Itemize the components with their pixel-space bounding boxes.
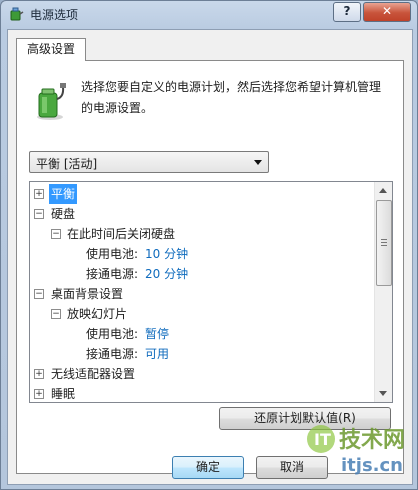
scrollbar-thumb[interactable] xyxy=(376,200,392,286)
power-plan-selected-value: 平衡 [活动] xyxy=(36,157,98,171)
power-plan-dropdown[interactable]: 平衡 [活动] xyxy=(29,151,269,173)
setting-value-link[interactable]: 10 分钟 xyxy=(145,244,188,264)
tree-item-label: 在此时间后关闭硬盘 xyxy=(67,227,176,241)
setting-label: 接通电源: xyxy=(86,347,139,361)
watermark-site: itjs.cn xyxy=(341,455,403,476)
power-settings-tree[interactable]: + 平衡 − 硬盘 − 在此时间后关闭硬盘 使用电池: 10 分钟 接通电源: xyxy=(29,181,393,403)
expand-icon[interactable]: + xyxy=(34,389,44,399)
vertical-scrollbar[interactable] xyxy=(374,182,392,402)
scroll-down-arrow-icon[interactable] xyxy=(379,391,387,396)
scroll-up-arrow-icon[interactable] xyxy=(379,188,387,193)
svg-text:IT: IT xyxy=(314,430,331,449)
collapse-icon[interactable]: − xyxy=(51,309,61,319)
tree-item-label: 硬盘 xyxy=(51,207,76,221)
watermark-brand: 技术网 xyxy=(339,428,405,453)
tree-item-label: 桌面背景设置 xyxy=(51,287,124,301)
ok-button[interactable]: 确定 xyxy=(172,456,244,479)
setting-value-link[interactable]: 可用 xyxy=(145,344,169,364)
watermark-logo: IT 技术网 itjs.cn xyxy=(307,425,405,476)
setting-label: 接通电源: xyxy=(86,267,139,281)
tree-item-label: 放映幻灯片 xyxy=(67,307,128,321)
battery-plug-icon xyxy=(37,83,66,120)
collapse-icon[interactable]: − xyxy=(34,289,44,299)
grip-line xyxy=(381,242,387,243)
help-button[interactable]: ? xyxy=(333,2,361,22)
setting-value-link[interactable]: 暂停 xyxy=(145,324,169,344)
grip-line xyxy=(381,245,387,246)
chevron-down-icon xyxy=(254,160,262,165)
setting-label: 使用电池: xyxy=(86,247,139,261)
dialog-content: 高级设置 选择您要自定义的电源计划，然后选择您希望计算机管理的电源设置。 平衡 … xyxy=(7,29,413,485)
power-options-window: 电源选项 ? ✕ 高级设置 选择您要自定义的电源计划，然后选择您希望计算机管理的… xyxy=(0,0,418,490)
grip-line xyxy=(381,239,387,240)
instruction-text: 选择您要自定义的电源计划，然后选择您希望计算机管理的电源设置。 xyxy=(81,80,382,115)
collapse-icon[interactable]: − xyxy=(51,229,61,239)
expand-icon[interactable]: + xyxy=(34,189,44,199)
tree-item-label: 睡眠 xyxy=(51,387,76,401)
tab-advanced-settings[interactable]: 高级设置 xyxy=(16,38,86,61)
advanced-settings-panel: 选择您要自定义的电源计划，然后选择您希望计算机管理的电源设置。 平衡 [活动] … xyxy=(16,60,404,474)
setting-label: 使用电池: xyxy=(86,327,139,341)
power-options-app-icon xyxy=(10,7,24,21)
expand-icon[interactable]: + xyxy=(34,369,44,379)
title-bar[interactable]: 电源选项 ? ✕ xyxy=(1,1,417,27)
tree-item-label: 无线适配器设置 xyxy=(51,367,136,381)
window-title: 电源选项 xyxy=(30,8,79,22)
collapse-icon[interactable]: − xyxy=(34,209,44,219)
tree-item-label: 平衡 xyxy=(49,184,78,204)
setting-value-link[interactable]: 20 分钟 xyxy=(145,264,188,284)
close-button[interactable]: ✕ xyxy=(363,2,411,22)
